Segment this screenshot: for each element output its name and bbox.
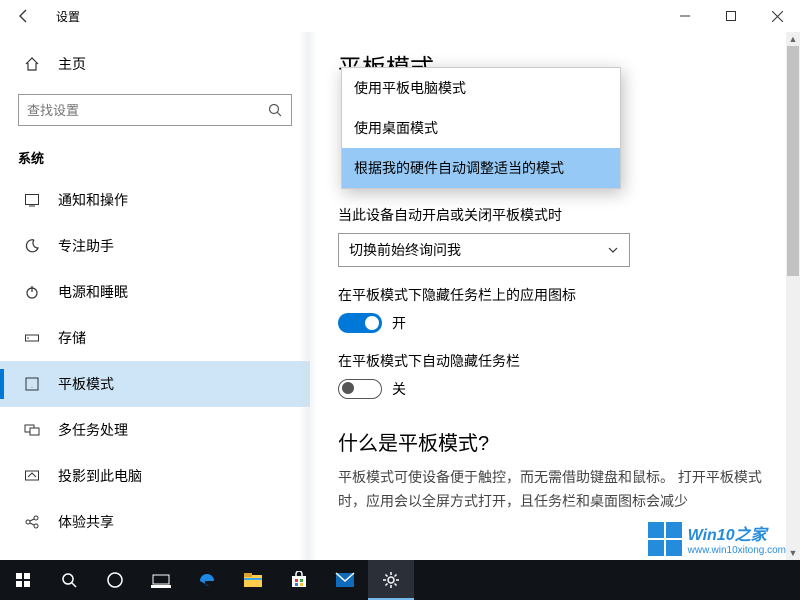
moon-icon [22, 238, 42, 254]
back-button[interactable] [0, 0, 48, 32]
titlebar: 设置 [0, 0, 800, 32]
signin-mode-dropdown[interactable]: 使用平板电脑模式 使用桌面模式 根据我的硬件自动调整适当的模式 [341, 67, 621, 189]
sidebar-item-label: 投影到此电脑 [58, 466, 142, 486]
taskbar [0, 560, 800, 600]
sidebar-item-label: 多任务处理 [58, 420, 128, 440]
hide-icons-toggle[interactable] [338, 313, 382, 333]
about-text: 平板模式可使设备便于触控，而无需借助键盘和鼠标。 打开平板模式时，应用会以全屏方… [338, 466, 772, 514]
search-icon [267, 102, 283, 118]
sidebar-item-tablet[interactable]: 平板模式 [0, 361, 310, 407]
notifications-icon [22, 192, 42, 208]
scrollbar-thumb[interactable] [787, 46, 799, 276]
sidebar-item-focus[interactable]: 专注助手 [0, 223, 310, 269]
toggle-state: 关 [392, 379, 406, 399]
search-field[interactable] [27, 103, 267, 118]
explorer-icon[interactable] [230, 560, 276, 600]
mail-icon[interactable] [322, 560, 368, 600]
sidebar-item-notifications[interactable]: 通知和操作 [0, 177, 310, 223]
maximize-button[interactable] [708, 0, 754, 32]
setting-label: 当此设备自动开启或关闭平板模式时 [338, 205, 772, 225]
search-taskbar-icon[interactable] [46, 560, 92, 600]
minimize-button[interactable] [662, 0, 708, 32]
dropdown-option[interactable]: 使用平板电脑模式 [342, 68, 620, 108]
about-heading: 什么是平板模式? [338, 427, 772, 456]
home-link[interactable]: 主页 [0, 44, 310, 84]
sidebar-item-label: 体验共享 [58, 512, 114, 532]
chevron-down-icon [607, 244, 619, 256]
power-icon [22, 284, 42, 300]
sidebar-item-power[interactable]: 电源和睡眠 [0, 269, 310, 315]
taskview-icon[interactable] [138, 560, 184, 600]
share-icon [22, 514, 42, 530]
dropdown-option[interactable]: 使用桌面模式 [342, 108, 620, 148]
cortana-icon[interactable] [92, 560, 138, 600]
sidebar-item-shared[interactable]: 体验共享 [0, 499, 310, 545]
setting-label: 在平板模式下隐藏任务栏上的应用图标 [338, 285, 772, 305]
sidebar-item-label: 电源和睡眠 [58, 282, 128, 302]
settings-taskbar-icon[interactable] [368, 560, 414, 600]
scrollbar[interactable]: ▲ ▼ [786, 32, 800, 560]
search-input[interactable] [18, 94, 292, 126]
home-icon [22, 56, 42, 72]
hide-taskbar-toggle[interactable] [338, 379, 382, 399]
auto-switch-select[interactable]: 切换前始终询问我 [338, 233, 630, 267]
home-label: 主页 [58, 54, 86, 74]
category-heading: 系统 [0, 140, 310, 177]
project-icon [22, 468, 42, 484]
tablet-icon [22, 376, 42, 392]
multitask-icon [22, 422, 42, 438]
sidebar-item-projecting[interactable]: 投影到此电脑 [0, 453, 310, 499]
toggle-state: 开 [392, 313, 406, 333]
sidebar-item-label: 存储 [58, 328, 86, 348]
sidebar-item-label: 通知和操作 [58, 190, 128, 210]
close-button[interactable] [754, 0, 800, 32]
select-value: 切换前始终询问我 [349, 240, 461, 260]
dropdown-option-selected[interactable]: 根据我的硬件自动调整适当的模式 [342, 148, 620, 188]
setting-label: 在平板模式下自动隐藏任务栏 [338, 351, 772, 371]
scroll-up-arrow[interactable]: ▲ [786, 32, 800, 46]
sidebar-item-multitask[interactable]: 多任务处理 [0, 407, 310, 453]
start-button[interactable] [0, 560, 46, 600]
store-icon[interactable] [276, 560, 322, 600]
scroll-down-arrow[interactable]: ▼ [786, 546, 800, 560]
storage-icon [22, 330, 42, 346]
sidebar-item-storage[interactable]: 存储 [0, 315, 310, 361]
sidebar-item-label: 平板模式 [58, 374, 114, 394]
edge-icon[interactable] [184, 560, 230, 600]
window-title: 设置 [56, 8, 80, 25]
sidebar: 主页 系统 通知和操作 专注助手 电源和睡眠 [0, 32, 310, 560]
sidebar-item-label: 专注助手 [58, 236, 114, 256]
